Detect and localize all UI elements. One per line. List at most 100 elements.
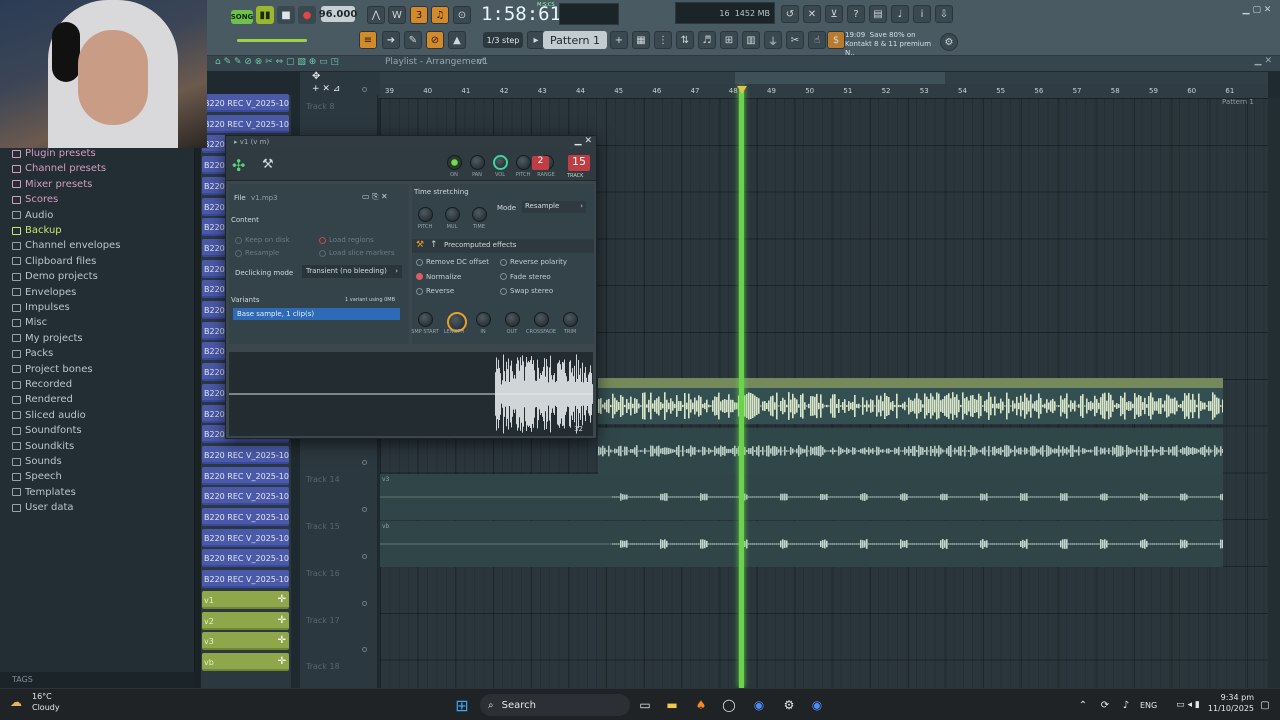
playlist-overview-bar[interactable] <box>380 72 1268 84</box>
knob-control[interactable] <box>418 312 433 327</box>
add-icon[interactable]: ✛ <box>278 656 286 667</box>
knob-control[interactable] <box>493 155 508 170</box>
piano-roll-icon[interactable]: ♬ <box>698 31 716 49</box>
knob-control[interactable] <box>445 207 460 222</box>
track-mute-dot[interactable] <box>362 554 367 559</box>
track-mute-dot[interactable] <box>362 460 367 465</box>
browser-item[interactable]: Speech <box>12 471 62 482</box>
browser-item[interactable]: Envelopes <box>12 287 76 298</box>
effect-option[interactable]: Reverse <box>416 287 454 295</box>
browser-item[interactable]: Demo projects <box>12 271 98 282</box>
song-mode-button[interactable]: SONG <box>231 10 253 24</box>
news-hint-panel[interactable]: 19:09 Save 80% on Kontakt 8 & 11 premium… <box>845 31 941 57</box>
taskbar-clock[interactable]: 9:34 pm 11/10/2025 <box>1200 693 1254 713</box>
account-icon[interactable]: ⚙ <box>940 33 958 51</box>
content-option[interactable]: Load slice markers <box>319 249 395 257</box>
chevron-up-icon[interactable]: ⌃ <box>1076 695 1090 715</box>
radio-button[interactable] <box>416 273 423 280</box>
track-mute-dot[interactable] <box>362 507 367 512</box>
mode-select[interactable]: Resample › <box>522 201 586 213</box>
browser-item[interactable]: Audio <box>12 210 53 221</box>
browser-item[interactable]: Impulses <box>12 302 70 313</box>
task-view-icon[interactable]: ▭ <box>634 695 656 715</box>
pencil-icon[interactable]: ✎ <box>404 31 422 49</box>
knob-control[interactable] <box>476 312 491 327</box>
radio-button[interactable] <box>319 236 326 244</box>
pattern-add-icon[interactable]: + <box>610 31 628 49</box>
browser-item[interactable]: Mixer presets <box>12 179 92 190</box>
plugin-db-icon[interactable]: ▥ <box>742 31 760 49</box>
browser-item[interactable]: My projects <box>12 333 83 344</box>
browser-item[interactable]: Clipboard files <box>12 256 96 267</box>
countdown-icon[interactable]: 3 <box>410 6 428 24</box>
start-icon[interactable]: ⊞ <box>452 695 472 715</box>
radio-button[interactable] <box>235 249 242 257</box>
track-header-label[interactable]: Track 17 <box>306 616 340 625</box>
browser-item[interactable]: Sounds <box>12 456 62 467</box>
fl-studio-icon[interactable]: ♠ <box>690 695 712 715</box>
browser-item[interactable]: Project bones <box>12 364 93 375</box>
overview-window[interactable] <box>735 72 945 84</box>
audio-clip-vb[interactable]: vb <box>380 521 1224 567</box>
wait-icon[interactable]: W <box>388 6 406 24</box>
track-mute-dot[interactable] <box>362 601 367 606</box>
effect-option[interactable]: Remove DC offset <box>416 258 489 266</box>
settings-icon[interactable]: ⚙ <box>778 695 800 715</box>
browser-item[interactable]: Soundfonts <box>12 425 82 436</box>
effect-option[interactable]: Swap stereo <box>500 287 553 295</box>
track-name-pattern[interactable]: B220 REC V_2025-10-11... <box>202 570 289 589</box>
stop-button[interactable]: ■ <box>277 6 295 24</box>
metronome-icon[interactable]: ⋀ <box>367 6 385 24</box>
plugin-title-bar[interactable]: ▸ v1 (v m) ▁ ✕ <box>226 136 596 149</box>
radio-button[interactable] <box>235 236 242 244</box>
track-name-audio[interactable]: v3 ✛ <box>202 632 289 651</box>
track-header-label[interactable]: Track 15 <box>306 522 340 531</box>
browser-icon[interactable]: ⊞ <box>720 31 738 49</box>
browser-item[interactable]: Scores <box>12 194 58 205</box>
plugin-arrow-icon[interactable]: ▸ <box>234 138 238 146</box>
info-icon[interactable]: i <box>913 5 931 23</box>
browser-item[interactable]: Plugin presets <box>12 148 96 159</box>
knob-control[interactable] <box>447 155 462 170</box>
sample-waveform-preview[interactable]: 32 <box>229 352 593 436</box>
knob-control[interactable] <box>534 312 549 327</box>
browser-item[interactable]: User data <box>12 502 74 513</box>
window-controls[interactable]: ▁ ▢ ✕ <box>1237 4 1277 16</box>
timeline-ruler[interactable]: 39 40 41 42 43 44 45 46 47 48 49 50 51 52 53 54 55 56 57 58… <box>380 84 1268 98</box>
playhead[interactable] <box>739 86 744 688</box>
track-name-audio[interactable]: vb ✛ <box>202 652 289 671</box>
knob-control[interactable] <box>472 207 487 222</box>
master-volume-slider[interactable] <box>237 39 307 42</box>
chrome-alt-icon[interactable]: ◉ <box>806 695 828 715</box>
track-name-audio[interactable]: v1 ✛ <box>202 590 289 609</box>
track-mute-dot[interactable] <box>362 647 367 652</box>
add-icon[interactable]: ✛ <box>278 635 286 646</box>
help-icon[interactable]: ? <box>847 5 865 23</box>
file-actions-icons[interactable]: ▭ ⎘ ✕ <box>362 192 388 202</box>
audio-clip-v3[interactable]: v3 <box>380 474 1224 520</box>
track-name-audio[interactable]: v2 ✛ <box>202 611 289 630</box>
radio-button[interactable] <box>416 258 423 266</box>
refresh-icon[interactable]: ⟳ <box>1097 695 1113 715</box>
cortana-icon[interactable]: ◯ <box>718 695 740 715</box>
content-option[interactable]: Keep on disk <box>235 236 290 244</box>
playlist-icon[interactable]: ▦ <box>632 31 650 49</box>
radio-button[interactable] <box>500 287 507 295</box>
zoom-icon[interactable]: ✥ <box>312 71 320 82</box>
declicking-select[interactable]: Transient (no bleeding) › <box>302 265 402 278</box>
tempo-display[interactable]: 96.000 <box>319 6 357 22</box>
download-icon[interactable]: ⇩ <box>935 5 953 23</box>
taskbar-search[interactable]: ⌕ Search <box>480 694 630 716</box>
undo-icon[interactable]: ↺ <box>781 5 799 23</box>
browser-item[interactable]: Packs <box>12 348 53 359</box>
audio-clip-v2[interactable] <box>598 428 1224 474</box>
record-button[interactable]: ● <box>298 6 316 24</box>
snap-icon[interactable]: ≡ <box>359 31 377 49</box>
browser-item[interactable]: Misc <box>12 317 47 328</box>
radio-button[interactable] <box>500 273 507 280</box>
store-icon[interactable]: $ <box>827 31 845 49</box>
content-option[interactable]: Resample <box>235 249 279 257</box>
touch-icon[interactable]: ☝ <box>808 31 826 49</box>
file-name[interactable]: v1.mp3 <box>251 194 278 202</box>
plug-icon[interactable]: ⏚ <box>764 31 782 49</box>
